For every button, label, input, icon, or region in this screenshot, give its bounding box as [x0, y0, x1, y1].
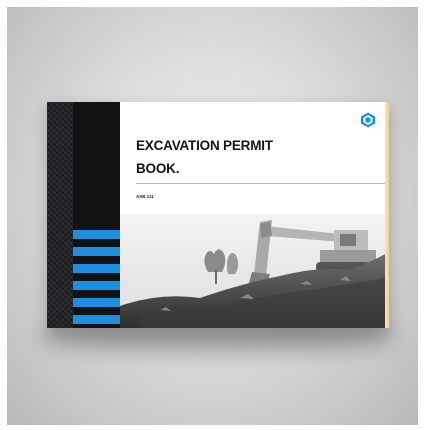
blue-stripe [73, 281, 120, 290]
excavator-photo [120, 214, 385, 328]
book-cover: EXCAVATION PERMIT BOOK. ASB 111 [120, 102, 385, 328]
blue-stripe [73, 264, 120, 273]
title-divider [136, 183, 385, 184]
book-spine [47, 102, 120, 328]
blue-stripe [73, 298, 120, 307]
product-code: ASB 111 [136, 194, 154, 199]
blue-stripe [73, 230, 120, 239]
blue-stripe [73, 247, 120, 256]
shield-logo-icon [361, 112, 375, 128]
book-title-line-1: EXCAVATION PERMIT [136, 138, 273, 153]
page-edge [385, 102, 389, 328]
spine-texture [47, 102, 73, 328]
blue-stripe [73, 315, 120, 324]
book-title-line-2: BOOK. [136, 161, 180, 176]
permit-book: EXCAVATION PERMIT BOOK. ASB 111 [47, 102, 389, 328]
